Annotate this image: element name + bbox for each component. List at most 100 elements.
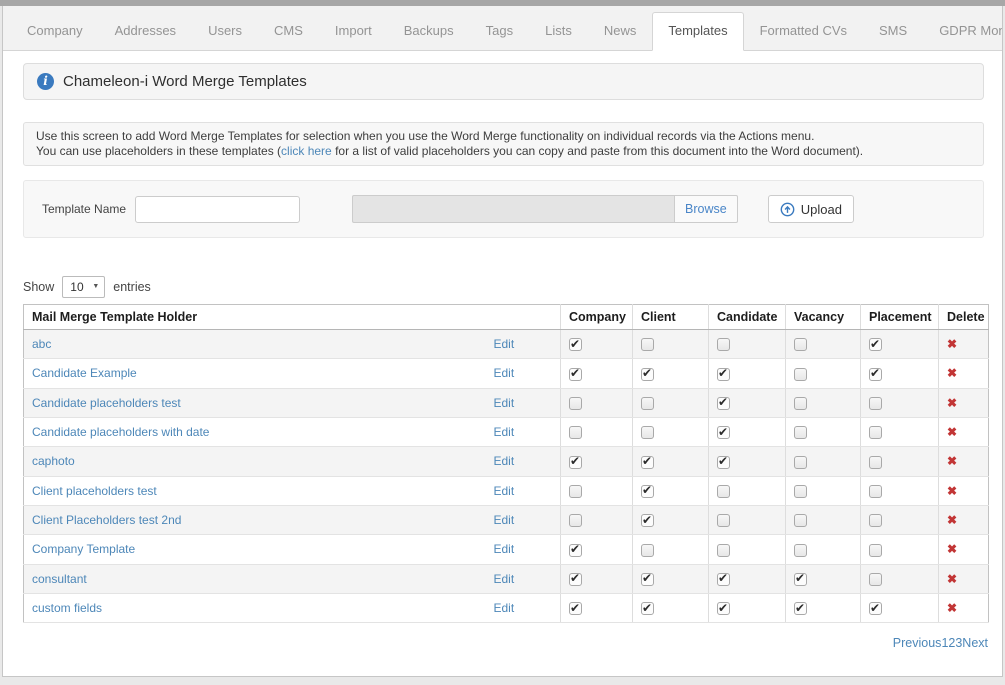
company-checkbox[interactable]	[569, 601, 582, 616]
placement-checkbox[interactable]	[869, 572, 882, 586]
candidate-checkbox[interactable]	[717, 425, 730, 440]
template-name-link[interactable]: custom fields	[32, 601, 102, 615]
vacancy-checkbox[interactable]	[794, 601, 807, 616]
edit-link[interactable]: Edit	[494, 425, 515, 439]
client-checkbox[interactable]	[641, 513, 654, 528]
edit-link[interactable]: Edit	[494, 337, 515, 351]
tab-lists[interactable]: Lists	[529, 12, 588, 50]
candidate-checkbox[interactable]	[717, 601, 730, 616]
tab-tags[interactable]: Tags	[470, 12, 529, 50]
template-name-link[interactable]: Client Placeholders test 2nd	[32, 513, 181, 527]
edit-link[interactable]: Edit	[494, 542, 515, 556]
placement-checkbox[interactable]	[869, 426, 882, 440]
tab-gdpr-monitor[interactable]: GDPR Monitor	[923, 12, 1002, 50]
template-name-link[interactable]: Candidate placeholders test	[32, 396, 181, 410]
client-checkbox[interactable]	[641, 338, 654, 352]
candidate-checkbox[interactable]	[717, 543, 730, 557]
delete-x-icon[interactable]: ✖	[947, 396, 957, 410]
candidate-checkbox[interactable]	[717, 484, 730, 498]
tab-formatted-cvs[interactable]: Formatted CVs	[744, 12, 863, 50]
delete-x-icon[interactable]: ✖	[947, 425, 957, 439]
vacancy-checkbox[interactable]	[794, 543, 807, 557]
placement-checkbox[interactable]	[869, 601, 882, 616]
placement-checkbox[interactable]	[869, 543, 882, 557]
pagination-previous[interactable]: Previous	[893, 636, 942, 650]
delete-x-icon[interactable]: ✖	[947, 337, 957, 351]
edit-link[interactable]: Edit	[494, 513, 515, 527]
template-name-link[interactable]: Candidate Example	[32, 366, 137, 380]
client-checkbox[interactable]	[641, 543, 654, 557]
vacancy-checkbox[interactable]	[794, 338, 807, 352]
delete-x-icon[interactable]: ✖	[947, 454, 957, 468]
template-name-link[interactable]: caphoto	[32, 454, 75, 468]
company-checkbox[interactable]	[569, 571, 582, 586]
browse-button[interactable]: Browse	[674, 195, 738, 223]
candidate-checkbox[interactable]	[717, 395, 730, 410]
page-size-select[interactable]: 10	[63, 277, 105, 297]
tab-company[interactable]: Company	[11, 12, 99, 50]
edit-link[interactable]: Edit	[494, 601, 515, 615]
click-here-link[interactable]: click here	[281, 144, 332, 158]
client-checkbox[interactable]	[641, 483, 654, 498]
candidate-checkbox[interactable]	[717, 571, 730, 586]
client-checkbox[interactable]	[641, 366, 654, 381]
vacancy-checkbox[interactable]	[794, 484, 807, 498]
vacancy-checkbox[interactable]	[794, 571, 807, 586]
company-checkbox[interactable]	[569, 484, 582, 498]
client-checkbox[interactable]	[641, 571, 654, 586]
template-name-link[interactable]: Company Template	[32, 542, 135, 556]
tab-cms[interactable]: CMS	[258, 12, 319, 50]
vacancy-checkbox[interactable]	[794, 396, 807, 410]
edit-link[interactable]: Edit	[494, 454, 515, 468]
tab-addresses[interactable]: Addresses	[99, 12, 192, 50]
tab-backups[interactable]: Backups	[388, 12, 470, 50]
upload-button[interactable]: Upload	[767, 195, 854, 223]
candidate-checkbox[interactable]	[717, 338, 730, 352]
candidate-checkbox[interactable]	[717, 454, 730, 469]
delete-x-icon[interactable]: ✖	[947, 366, 957, 380]
delete-x-icon[interactable]: ✖	[947, 513, 957, 527]
client-checkbox[interactable]	[641, 426, 654, 440]
placement-checkbox[interactable]	[869, 366, 882, 381]
tab-news[interactable]: News	[588, 12, 653, 50]
vacancy-checkbox[interactable]	[794, 426, 807, 440]
file-path-field[interactable]	[352, 195, 675, 223]
placement-checkbox[interactable]	[869, 484, 882, 498]
company-checkbox[interactable]	[569, 426, 582, 440]
placement-checkbox[interactable]	[869, 337, 882, 352]
placement-checkbox[interactable]	[869, 396, 882, 410]
template-name-link[interactable]: Candidate placeholders with date	[32, 425, 209, 439]
tab-templates[interactable]: Templates	[652, 12, 744, 51]
tab-import[interactable]: Import	[319, 12, 388, 50]
edit-link[interactable]: Edit	[494, 572, 515, 586]
client-checkbox[interactable]	[641, 396, 654, 410]
edit-link[interactable]: Edit	[494, 396, 515, 410]
delete-x-icon[interactable]: ✖	[947, 484, 957, 498]
company-checkbox[interactable]	[569, 396, 582, 410]
company-checkbox[interactable]	[569, 337, 582, 352]
company-checkbox[interactable]	[569, 454, 582, 469]
vacancy-checkbox[interactable]	[794, 455, 807, 469]
edit-link[interactable]: Edit	[494, 484, 515, 498]
delete-x-icon[interactable]: ✖	[947, 572, 957, 586]
company-checkbox[interactable]	[569, 514, 582, 528]
delete-x-icon[interactable]: ✖	[947, 542, 957, 556]
template-name-link[interactable]: abc	[32, 337, 51, 351]
pagination-next[interactable]: Next	[962, 636, 988, 650]
tab-users[interactable]: Users	[192, 12, 258, 50]
client-checkbox[interactable]	[641, 601, 654, 616]
placement-checkbox[interactable]	[869, 455, 882, 469]
vacancy-checkbox[interactable]	[794, 514, 807, 528]
vacancy-checkbox[interactable]	[794, 367, 807, 381]
tab-sms[interactable]: SMS	[863, 12, 923, 50]
candidate-checkbox[interactable]	[717, 514, 730, 528]
template-name-link[interactable]: consultant	[32, 572, 87, 586]
delete-x-icon[interactable]: ✖	[947, 601, 957, 615]
template-name-input[interactable]	[135, 195, 301, 223]
client-checkbox[interactable]	[641, 454, 654, 469]
edit-link[interactable]: Edit	[494, 366, 515, 380]
company-checkbox[interactable]	[569, 366, 582, 381]
template-name-link[interactable]: Client placeholders test	[32, 484, 157, 498]
candidate-checkbox[interactable]	[717, 366, 730, 381]
placement-checkbox[interactable]	[869, 514, 882, 528]
